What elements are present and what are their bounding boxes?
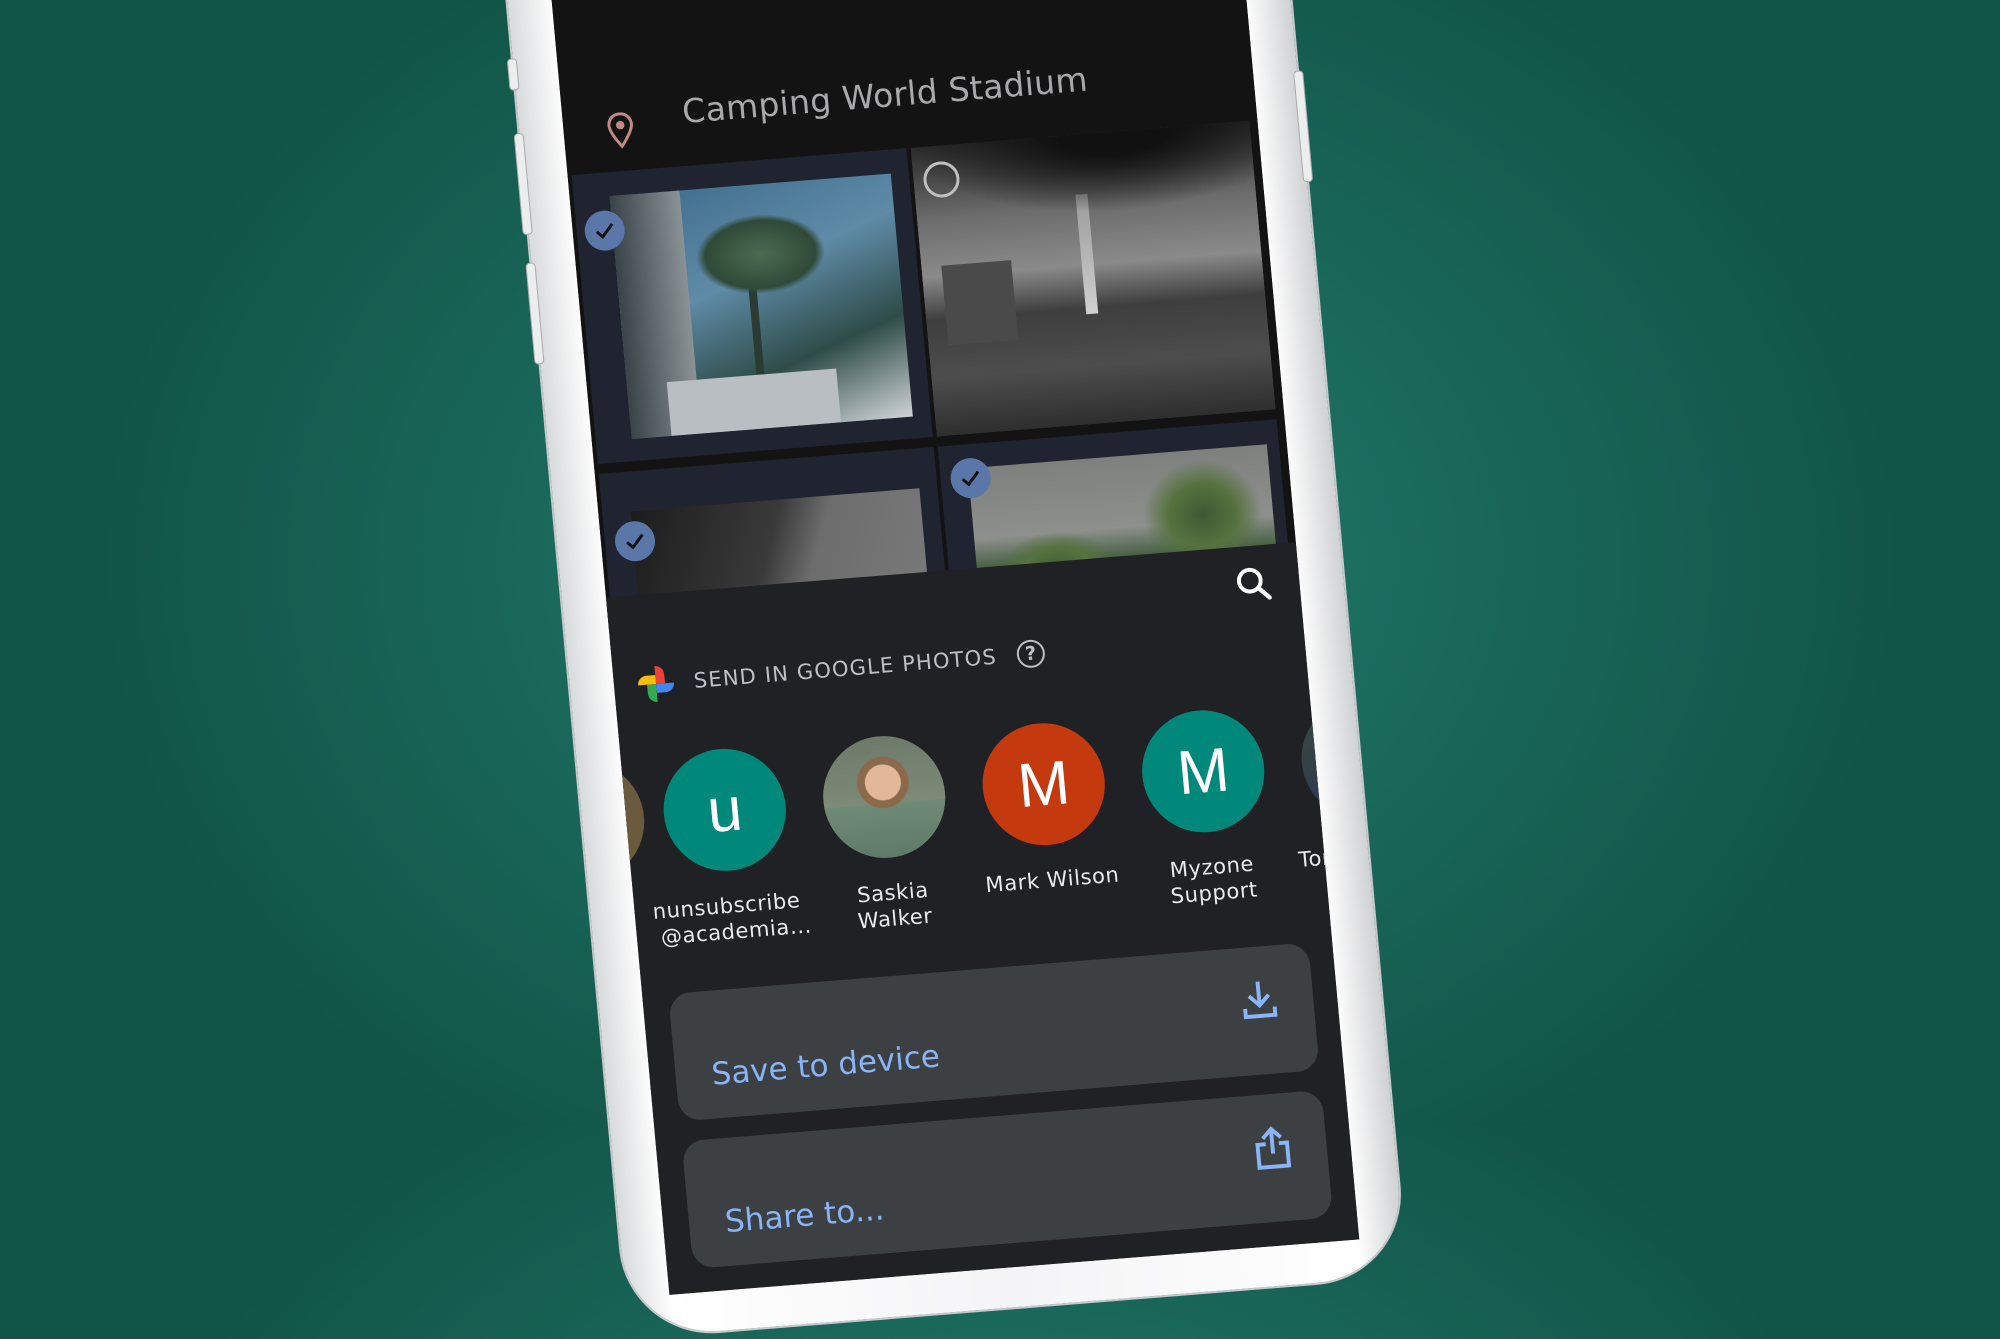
search-icon[interactable] <box>1232 562 1275 605</box>
photo-fountain-lake <box>910 120 1276 437</box>
contact-name-line1: Mark Wilson <box>984 862 1121 898</box>
photo-tile-palm-building[interactable] <box>571 148 933 464</box>
section-label: SEND IN GOOGLE PHOTOS <box>692 644 998 693</box>
contact-name: Saskia Walker <box>817 874 971 938</box>
contact-name: Myzone Support <box>1136 848 1290 912</box>
avatar-initial: M <box>1014 747 1073 821</box>
photo-palm-building <box>609 173 913 440</box>
contact-mark-wilson[interactable]: M Mark Wilson <box>963 717 1128 898</box>
contact-name: Mark Wilson <box>976 861 1128 899</box>
map-pin-icon <box>607 112 633 149</box>
screen: Camping World Stadium SEND IN GOOGLE PHO… <box>540 0 1360 1295</box>
google-photos-pinwheel-icon <box>638 666 674 702</box>
contacts-row: n u unsubscribe @academia... Saskia Walk… <box>540 682 1360 967</box>
contact-name: unsubscribe @academia... <box>657 887 813 951</box>
help-icon[interactable]: ? <box>1015 638 1046 669</box>
share-to-button[interactable]: Share to... <box>681 1089 1334 1269</box>
contact-unsubscribe[interactable]: u unsubscribe @academia... <box>644 743 813 951</box>
avatar: M <box>977 718 1111 850</box>
share-sheet: SEND IN GOOGLE PHOTOS ? n u unsubscribe … <box>540 542 1360 1295</box>
share-to-label: Share to... <box>723 1191 886 1241</box>
contact-saskia-walker[interactable]: Saskia Walker <box>804 730 971 937</box>
send-in-google-photos-row: SEND IN GOOGLE PHOTOS ? <box>634 633 1046 706</box>
avatar-photo <box>817 731 951 863</box>
avatar-initial: u <box>704 774 746 846</box>
photo-tile-fountain[interactable] <box>910 120 1276 437</box>
share-icon <box>1255 1126 1292 1170</box>
save-to-device-label: Save to device <box>710 1038 942 1093</box>
avatar-initial: M <box>1174 734 1233 808</box>
avatar: u <box>658 744 792 876</box>
contact-myzone-support[interactable]: M Myzone Support <box>1123 705 1290 912</box>
avatar: M <box>1136 705 1270 838</box>
phone-device: Camping World Stadium SEND IN GOOGLE PHO… <box>493 0 1407 1339</box>
save-to-device-button[interactable]: Save to device <box>668 942 1320 1122</box>
location-title: Camping World Stadium <box>680 59 1090 131</box>
download-icon <box>1243 981 1278 1020</box>
